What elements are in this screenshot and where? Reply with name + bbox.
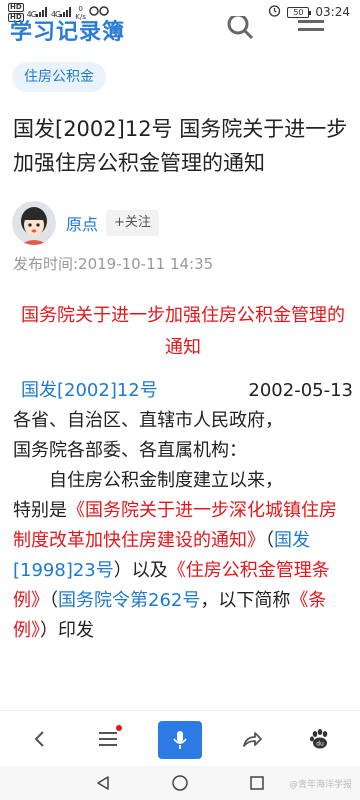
notification-dot (116, 725, 122, 731)
system-nav-bar: @青年海洋学报 (0, 766, 360, 800)
avatar[interactable] (12, 201, 56, 245)
document-title: 国务院关于进一步加强住房公积金管理的通知 (21, 305, 345, 358)
svg-text:du: du (316, 741, 324, 748)
microphone-icon[interactable] (158, 721, 202, 759)
hd-indicator: HD (8, 3, 24, 12)
paragraph-intro: 自住房公积金制度建立以来， (49, 470, 283, 491)
site-logo[interactable]: 学习记录簿 (10, 14, 125, 44)
search-icon[interactable] (225, 14, 257, 44)
paragraph-text: （ (265, 530, 274, 551)
document-date: 2002-05-13 (248, 380, 353, 401)
nav-recents-icon[interactable] (242, 769, 272, 797)
paragraph-text: ）以及 (113, 560, 168, 581)
author-row: 原点 +关注 (12, 201, 159, 245)
nav-home-icon[interactable] (165, 769, 195, 797)
category-tag[interactable]: 住房公积金 (12, 62, 106, 92)
baidu-paw-icon[interactable]: du (300, 719, 340, 759)
recipients-line: 各省、自治区、直辖市人民政府， (13, 410, 283, 431)
menu-icon[interactable] (88, 719, 128, 759)
recipients-line: 国务院各部委、各直属机构： (13, 440, 247, 461)
author-name[interactable]: 原点 (66, 211, 98, 235)
paragraph-body: 特别是《国务院关于进一步深化城镇住房制度改革加快住房建设的通知》（国发[1998… (13, 496, 353, 646)
paragraph-text: 特别是 (13, 500, 67, 521)
back-icon[interactable] (20, 719, 60, 759)
nav-back-icon[interactable] (88, 769, 118, 797)
menu-icon[interactable] (296, 18, 326, 44)
paragraph-text: （ (49, 590, 58, 611)
paragraph-text: ）印发 (40, 620, 94, 641)
follow-button[interactable]: +关注 (106, 210, 159, 236)
share-icon[interactable] (232, 719, 272, 759)
site-header: 学习记录簿 (0, 14, 360, 44)
document-number-link[interactable]: 国发[2002]12号 (21, 376, 158, 406)
article-title: 国发[2002]12号 国务院关于进一步加强住房公积金管理的通知 (13, 117, 348, 175)
publish-time: 发布时间:2019-10-11 14:35 (13, 255, 214, 273)
watermark: @青年海洋学报 (288, 780, 352, 790)
browser-toolbar: du (0, 710, 360, 766)
paragraph-text: ，以下简称 (200, 590, 291, 611)
decree-link[interactable]: 国务院令第262号 (58, 590, 200, 611)
